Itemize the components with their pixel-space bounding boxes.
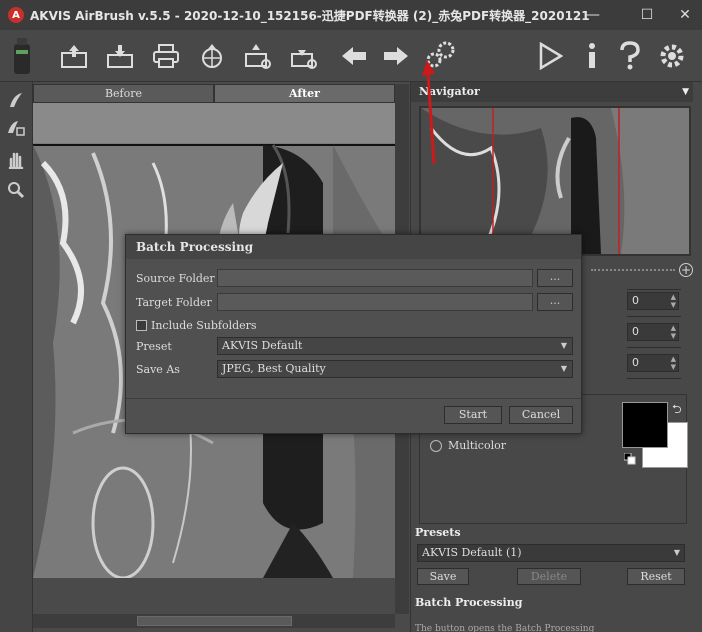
batch-processing-header: Batch Processing [415, 596, 523, 609]
target-folder-input[interactable] [217, 293, 533, 311]
preset-select[interactable]: AKVIS Default ▼ [217, 337, 573, 355]
chevron-down-icon: ▼ [560, 341, 567, 350]
presets-dropdown[interactable]: AKVIS Default (1) ▼ [417, 544, 685, 562]
divider [627, 316, 681, 317]
include-subfolders-label: Include Subfolders [151, 319, 257, 332]
cancel-button[interactable]: Cancel [509, 406, 573, 424]
gear-icon[interactable] [654, 38, 690, 74]
tab-before[interactable]: Before [33, 84, 214, 103]
airbrush-tool-icon[interactable] [6, 90, 26, 110]
tab-after[interactable]: After [214, 84, 395, 103]
include-subfolders-option[interactable]: Include Subfolders [136, 319, 257, 332]
annotation-arrow-shaft [426, 73, 436, 165]
horizontal-scroll-thumb[interactable] [137, 616, 292, 626]
multicolor-option[interactable]: Multicolor [430, 439, 506, 452]
multicolor-label: Multicolor [448, 439, 506, 452]
divider [627, 378, 681, 379]
airbrush-logo-icon [6, 38, 38, 74]
chevron-down-icon: ▼ [673, 548, 680, 557]
app-icon: A [8, 7, 24, 23]
open-image-icon[interactable] [56, 38, 92, 74]
reset-preset-button[interactable]: Reset [627, 568, 685, 585]
batch-processing-dialog: Batch Processing Source Folder ... Targe… [125, 234, 582, 434]
annotation-arrow-head [422, 60, 435, 76]
zoom-slider[interactable] [591, 265, 675, 271]
toolbar [0, 30, 702, 82]
save-preset-button[interactable]: Save [417, 568, 469, 585]
preferences-icon[interactable] [286, 38, 322, 74]
undo-icon[interactable] [336, 38, 372, 74]
chevron-down-icon: ▼ [560, 364, 567, 373]
annotation-arrow-icon [422, 60, 436, 165]
param-stepper-3[interactable]: 0 ▲ ▼ [627, 354, 679, 372]
start-button[interactable]: Start [444, 406, 502, 424]
before-after-tabs: Before After [33, 84, 395, 103]
save-as-select[interactable]: JPEG, Best Quality ▼ [217, 360, 573, 378]
navigator-collapse-icon[interactable]: ▼ [682, 82, 689, 102]
divider [627, 347, 681, 348]
batch-processing-icon[interactable] [240, 38, 276, 74]
multicolor-radio[interactable] [430, 439, 442, 452]
save-image-icon[interactable] [102, 38, 138, 74]
preset-label: Preset [136, 340, 172, 353]
source-folder-browse-button[interactable]: ... [537, 269, 573, 287]
foreground-color-swatch[interactable] [622, 402, 668, 448]
title-bar: A AKVIS AirBrush v.5.5 - 2020-12-10_1521… [0, 0, 702, 30]
default-colors-icon[interactable] [623, 452, 636, 465]
presets-header: Presets [415, 526, 461, 539]
navigator-header[interactable]: Navigator ▼ [411, 82, 693, 102]
save-as-label: Save As [136, 363, 180, 376]
close-button[interactable]: ✕ [670, 5, 700, 25]
zoom-tool-icon[interactable] [6, 180, 26, 200]
zoom-in-button[interactable]: + [679, 263, 693, 277]
include-subfolders-checkbox[interactable] [136, 320, 147, 331]
maximize-button[interactable]: ☐ [632, 5, 662, 25]
info-icon[interactable] [574, 38, 610, 74]
target-folder-browse-button[interactable]: ... [537, 293, 573, 311]
dialog-title: Batch Processing [126, 235, 581, 259]
help-icon[interactable] [612, 38, 648, 74]
minimize-button[interactable]: — [578, 5, 608, 25]
divider [627, 289, 681, 290]
swap-colors-icon[interactable]: ⮌ [672, 400, 682, 421]
source-folder-input[interactable] [217, 269, 533, 287]
window-title: AKVIS AirBrush v.5.5 - 2020-12-10_152156… [30, 8, 590, 23]
target-folder-label: Target Folder [136, 296, 212, 309]
tools-panel [0, 82, 33, 632]
horizontal-scrollbar[interactable] [33, 614, 395, 628]
share-icon[interactable] [194, 38, 230, 74]
param-stepper-2[interactable]: 0 ▲ ▼ [627, 323, 679, 341]
eraser-tool-icon[interactable] [6, 118, 26, 138]
print-icon[interactable] [148, 38, 184, 74]
dialog-divider [126, 398, 581, 399]
batch-processing-description: The button opens the Batch Processing [415, 624, 595, 632]
redo-icon[interactable] [378, 38, 414, 74]
hand-tool-icon[interactable] [6, 150, 26, 170]
source-folder-label: Source Folder [136, 272, 215, 285]
delete-preset-button[interactable]: Delete [517, 568, 581, 585]
param-stepper-1[interactable]: 0 ▲ ▼ [627, 292, 679, 310]
run-icon[interactable] [532, 38, 568, 74]
